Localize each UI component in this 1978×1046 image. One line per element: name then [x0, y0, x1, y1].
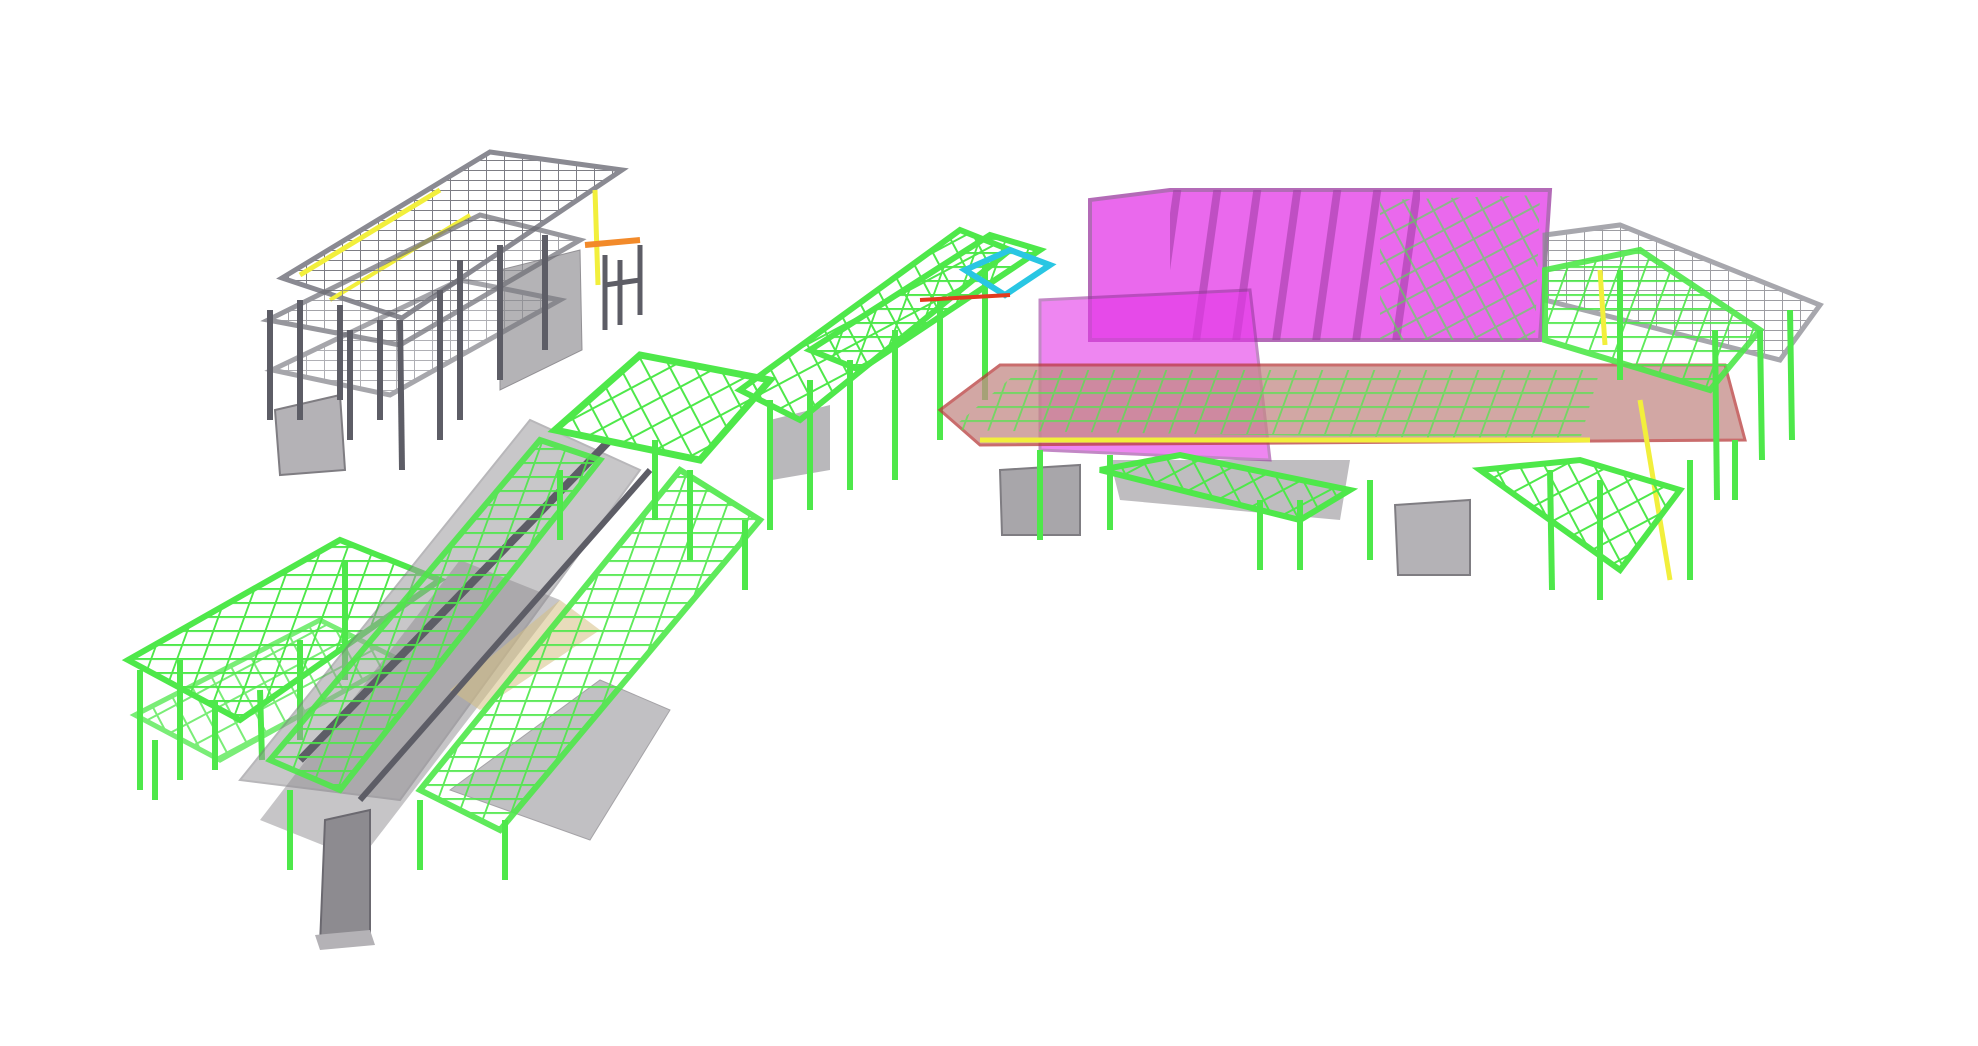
stair-frame-upper	[547, 351, 777, 464]
yellow-column	[592, 189, 601, 286]
stair-tower	[602, 245, 643, 330]
orange-beam	[584, 237, 641, 248]
concrete-core	[1393, 498, 1471, 576]
concrete-base	[273, 393, 347, 477]
glass-grid-panel	[1380, 195, 1540, 340]
model-viewport[interactable]	[0, 0, 1978, 1046]
green-deck	[1471, 456, 1685, 575]
concrete-pier	[318, 808, 371, 947]
structural-model-render[interactable]	[0, 0, 1978, 1046]
roof-grid	[950, 370, 1600, 440]
